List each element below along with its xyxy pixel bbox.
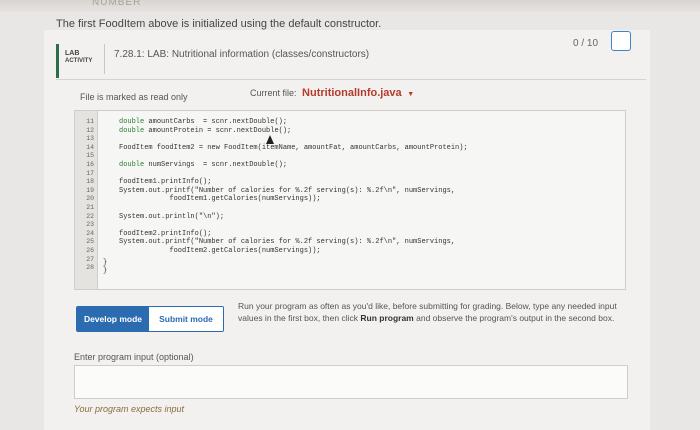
code-line: double amountCarbs = scnr.nextDouble(); xyxy=(119,118,287,126)
code-text: System.out.printf("Number of calories fo… xyxy=(119,238,456,247)
line-number: 21 xyxy=(86,204,94,211)
line-number: 24 xyxy=(86,229,94,237)
closing-brace: } xyxy=(103,259,108,267)
line-number: 11 xyxy=(86,118,94,125)
intro-text: The first FoodItem above is initialized … xyxy=(56,18,382,30)
mouse-cursor-icon xyxy=(266,135,274,144)
current-file-name[interactable]: NutritionalInfo.java xyxy=(302,87,402,99)
line-number: 27 xyxy=(86,255,94,263)
line-number: 14 xyxy=(86,143,94,151)
activity-title: 7.28.1: LAB: Nutritional information (cl… xyxy=(114,49,370,60)
code-editor[interactable]: 11 12 13 14 15 16 17 18 19 20 21 22 23 24 25 26 27 28 dou… xyxy=(74,110,626,290)
code-line: System.out.printf("Number of calories fo… xyxy=(119,187,455,195)
code-text: foodItem1.getCalories(numServings)); xyxy=(119,195,321,204)
expects-input-note: Your program expects input xyxy=(74,404,185,414)
lab-activity-badge: LAB ACTIVITY xyxy=(56,44,104,78)
program-input-field[interactable] xyxy=(74,365,628,399)
current-file-selector[interactable]: Current file: NutritionalInfo.java ▼ xyxy=(250,87,414,99)
closing-brace: } xyxy=(103,267,108,275)
code-text: amountProtein = scnr.nextDouble(); xyxy=(144,126,292,135)
badge-line2: ACTIVITY xyxy=(65,58,93,64)
code-text: System.out.println("\n"); xyxy=(119,212,225,221)
line-number: 19 xyxy=(86,186,94,194)
completion-checkbox-icon xyxy=(611,31,631,51)
line-number: 22 xyxy=(86,212,94,220)
code-line: double numServings = scnr.nextDouble(); xyxy=(119,161,287,169)
code-line: FoodItem foodItem2 = new FoodItem(itemNa… xyxy=(119,144,468,152)
code-text: System.out.printf("Number of calories fo… xyxy=(119,186,456,195)
code-line: foodItem1.getCalories(numServings)); xyxy=(119,195,321,204)
readonly-notice: File is marked as read only xyxy=(80,92,188,102)
code-line: System.out.println("\n"); xyxy=(119,213,224,221)
develop-mode-button[interactable]: Develop mode xyxy=(77,307,149,331)
line-number-gutter: 11 12 13 14 15 16 17 18 19 20 21 22 23 24 25 26 27 28 xyxy=(75,111,98,289)
help-bold: Run program xyxy=(360,313,414,323)
code-text: amountCarbs = scnr.nextDouble(); xyxy=(144,118,288,126)
code-text: numServings = scnr.nextDouble(); xyxy=(144,161,288,169)
code-text: foodItem2.getCalories(numServings)); xyxy=(119,247,321,255)
code-line: foodItem2.getCalories(numServings)); xyxy=(119,247,321,255)
line-number: 25 xyxy=(86,238,94,246)
code-keyword: double xyxy=(119,118,145,126)
line-number: 16 xyxy=(86,161,94,168)
mode-toggle: Develop mode Submit mode xyxy=(76,306,224,332)
code-keyword: double xyxy=(119,126,145,135)
code-line: double amountProtein = scnr.nextDouble()… xyxy=(119,127,291,135)
line-number: 26 xyxy=(86,247,94,254)
code-text: foodItem1.printInfo(); xyxy=(119,178,212,187)
line-number: 12 xyxy=(86,126,94,134)
score-text: 0 / 10 xyxy=(573,38,599,49)
chevron-down-icon[interactable]: ▼ xyxy=(407,91,414,98)
submit-mode-button[interactable]: Submit mode xyxy=(149,307,223,331)
line-number: 20 xyxy=(86,195,94,203)
badge-divider xyxy=(104,44,105,74)
line-number: 17 xyxy=(86,169,94,177)
run-instructions: Run your program as often as you'd like,… xyxy=(238,300,630,324)
code-line: System.out.printf("Number of calories fo… xyxy=(119,238,455,246)
help-text-end: and observe the program's output in the … xyxy=(413,313,615,323)
code-line: foodItem2.printInfo(); xyxy=(119,230,211,238)
line-number: 28 xyxy=(86,264,94,272)
program-input-label: Enter program input (optional) xyxy=(74,352,194,362)
line-number: 15 xyxy=(86,152,94,160)
code-line: foodItem1.printInfo(); xyxy=(119,178,211,186)
badge-line1: LAB xyxy=(65,50,80,57)
line-number: 23 xyxy=(86,221,94,229)
code-keyword: double xyxy=(119,161,145,169)
code-text: foodItem2.printInfo(); xyxy=(119,229,212,238)
line-number: 18 xyxy=(86,178,94,186)
top-strip-text: NUMBER xyxy=(92,0,142,8)
current-file-label: Current file: xyxy=(250,88,297,98)
top-strip: NUMBER xyxy=(0,0,700,12)
code-text: FoodItem foodItem2 = new FoodItem(itemNa… xyxy=(119,143,468,152)
header-divider xyxy=(56,79,646,80)
line-number: 13 xyxy=(86,135,94,143)
